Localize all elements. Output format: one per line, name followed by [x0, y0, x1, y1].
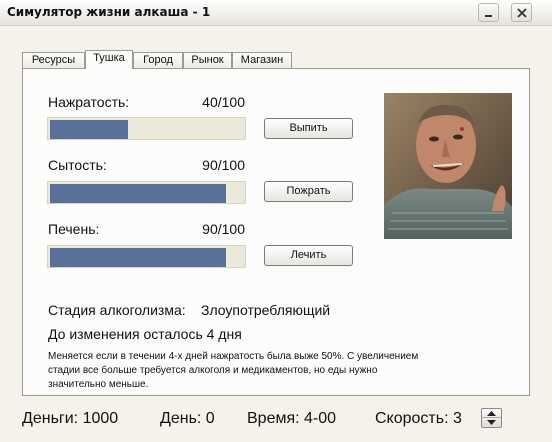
satiety-label: Сытость:	[48, 157, 107, 173]
satiety-bar	[47, 181, 246, 204]
speed-down-button[interactable]	[482, 418, 501, 427]
drunkenness-bar-fill	[50, 120, 128, 139]
drunkenness-bar	[47, 117, 246, 140]
app-window: Симулятор жизни алкаша - 1 Ресурсы Тушка…	[0, 0, 552, 442]
drunkenness-value: 40/100	[202, 94, 245, 110]
time-status: Время: 4-00	[247, 410, 337, 427]
eat-button[interactable]: Пожрать	[264, 181, 353, 202]
tab-shop[interactable]: Магазин	[232, 52, 292, 68]
window-title: Симулятор жизни алкаша - 1	[7, 5, 211, 19]
speed-up-button[interactable]	[482, 409, 501, 418]
tab-body[interactable]: Тушка	[85, 50, 133, 69]
arrow-down-icon	[487, 420, 496, 425]
minimize-button[interactable]	[478, 3, 499, 22]
close-button[interactable]	[511, 3, 532, 22]
stage-label: Стадия алкоголизма:	[48, 302, 186, 318]
stage-remaining: До изменения осталось 4 дня	[48, 326, 242, 342]
speed-status: Скорость: 3	[375, 410, 462, 427]
liver-bar-fill	[50, 248, 226, 267]
character-portrait-image	[384, 93, 512, 239]
stage-value: Злоупотребляющий	[201, 302, 331, 318]
liver-bar	[47, 245, 246, 268]
speed-spinner[interactable]	[481, 408, 502, 428]
tab-resources[interactable]: Ресурсы	[22, 52, 85, 68]
liver-label: Печень:	[48, 221, 100, 237]
character-photo	[384, 93, 512, 239]
satiety-value: 90/100	[202, 157, 245, 173]
tab-market[interactable]: Рынок	[183, 52, 232, 68]
day-status: День: 0	[160, 410, 215, 427]
drunkenness-label: Нажратость:	[48, 94, 130, 110]
drink-button[interactable]: Выпить	[264, 118, 353, 139]
close-icon	[517, 8, 527, 18]
arrow-up-icon	[487, 411, 496, 416]
heal-button[interactable]: Лечить	[264, 245, 353, 266]
tab-city[interactable]: Город	[133, 52, 183, 68]
liver-value: 90/100	[202, 221, 245, 237]
stage-note: Меняется если в течении 4-х дней нажрато…	[48, 351, 419, 390]
title-bar: Симулятор жизни алкаша - 1	[0, 0, 552, 26]
satiety-bar-fill	[50, 184, 226, 203]
minimize-icon	[485, 15, 492, 17]
money-status: Деньги: 1000	[22, 410, 119, 427]
